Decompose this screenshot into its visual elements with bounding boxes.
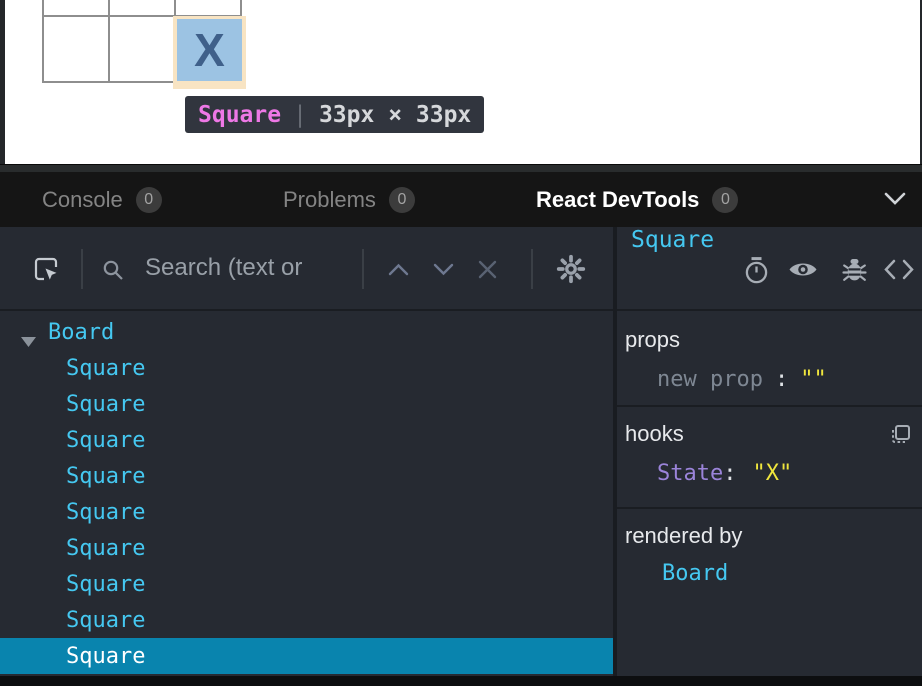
tab-badge: 0 — [389, 187, 415, 213]
new-prop-name-input[interactable]: new prop — [657, 367, 763, 392]
tree-row-square[interactable]: Square — [0, 458, 613, 494]
search-icon — [101, 258, 125, 287]
inspect-highlight-cell[interactable]: X — [177, 19, 242, 81]
props-section: props new prop : "" — [617, 313, 922, 407]
search-prev-icon[interactable] — [388, 263, 409, 281]
tree-row-square[interactable]: Square — [0, 422, 613, 458]
inspect-tooltip: Square | 33px × 33px — [185, 96, 484, 133]
hooks-header: hooks — [617, 407, 922, 447]
react-devtools-panel: Board Square Square Square Square Square… — [0, 227, 922, 676]
board-cell[interactable] — [44, 17, 108, 81]
tree-row-label: Square — [0, 464, 145, 489]
hook-row: State : "X" — [617, 461, 922, 486]
toolbar-separator — [362, 249, 364, 289]
window-edge-left — [0, 0, 5, 164]
tree-row-square[interactable]: Square — [0, 566, 613, 602]
page-viewport: X Square | 33px × 33px — [0, 0, 922, 164]
tab-badge: 0 — [712, 187, 738, 213]
tree-row-label: Square — [0, 428, 145, 453]
rendered-by-header: rendered by — [617, 509, 922, 549]
hook-name: State — [657, 461, 723, 486]
inspect-element-icon[interactable] — [32, 255, 60, 288]
tab-label: React DevTools — [536, 187, 699, 213]
component-tree: Board Square Square Square Square Square… — [0, 314, 613, 674]
colon: : — [775, 367, 788, 392]
tree-row-label: Square — [0, 572, 145, 597]
components-tree-panel: Board Square Square Square Square Square… — [0, 227, 613, 676]
tree-row-label: Square — [0, 644, 145, 669]
tree-row-square-selected[interactable]: Square — [0, 638, 613, 674]
board-cell[interactable] — [110, 0, 174, 15]
search-input[interactable] — [145, 227, 357, 309]
tree-row-label: Square — [0, 500, 145, 525]
tab-console[interactable]: Console 0 — [42, 172, 162, 227]
tooltip-separator: | — [293, 102, 307, 128]
parse-hook-names-icon[interactable] — [890, 423, 912, 450]
tree-row-square[interactable]: Square — [0, 494, 613, 530]
selected-component-title: Square — [631, 227, 714, 253]
rendered-by-owner-link[interactable]: Board — [617, 561, 922, 586]
hook-state-value[interactable]: "X" — [752, 461, 792, 486]
toolbar-separator — [81, 249, 83, 289]
clear-search-icon[interactable] — [477, 259, 498, 285]
bug-icon[interactable] — [842, 256, 867, 288]
tree-row-label: Square — [0, 536, 145, 561]
tree-row-label: Square — [0, 392, 145, 417]
tab-react-devtools[interactable]: React DevTools 0 — [536, 172, 738, 227]
tooltip-dimensions: 33px × 33px — [319, 102, 471, 128]
eye-icon[interactable] — [788, 259, 818, 285]
tree-toolbar — [0, 227, 613, 311]
stopwatch-icon[interactable] — [743, 256, 770, 289]
prop-row: new prop : "" — [617, 367, 922, 392]
board-cell[interactable] — [110, 17, 174, 81]
chevron-down-icon[interactable] — [883, 192, 907, 211]
tree-row-square[interactable]: Square — [0, 530, 613, 566]
tab-label: Console — [42, 187, 123, 213]
toolbar-separator — [531, 249, 533, 289]
tree-row-square[interactable]: Square — [0, 602, 613, 638]
tooltip-component-name: Square — [198, 102, 281, 128]
colon: : — [723, 461, 736, 486]
board-cell[interactable] — [44, 0, 108, 15]
board-cell[interactable] — [176, 0, 240, 15]
tab-label: Problems — [283, 187, 376, 213]
dock-resize-handle[interactable] — [0, 164, 922, 172]
x-mark: X — [194, 23, 225, 77]
devtools-tabbar: Console 0 Problems 0 React DevTools 0 — [0, 172, 922, 227]
tree-row-label: Board — [0, 320, 114, 345]
component-inspector-panel: Square — [617, 227, 922, 676]
tree-row-board[interactable]: Board — [0, 314, 613, 350]
devtools-window: X Square | 33px × 33px Console 0 Problem… — [0, 0, 922, 686]
tab-problems[interactable]: Problems 0 — [283, 172, 415, 227]
search-next-icon[interactable] — [433, 263, 454, 281]
tree-row-square[interactable]: Square — [0, 350, 613, 386]
tree-row-label: Square — [0, 356, 145, 381]
rendered-by-section: rendered by Board — [617, 509, 922, 676]
props-header: props — [617, 313, 922, 353]
settings-gear-icon[interactable] — [556, 254, 586, 289]
tree-row-label: Square — [0, 608, 145, 633]
window-bottom-edge — [0, 676, 922, 686]
tab-badge: 0 — [136, 187, 162, 213]
hooks-section: hooks State : "X" — [617, 407, 922, 509]
tree-row-square[interactable]: Square — [0, 386, 613, 422]
inspector-header: Square — [617, 227, 922, 311]
new-prop-value-input[interactable]: "" — [800, 367, 827, 392]
view-source-code-icon[interactable] — [884, 259, 914, 285]
